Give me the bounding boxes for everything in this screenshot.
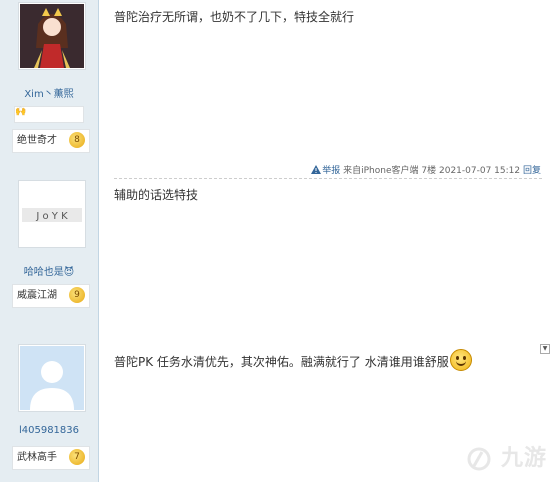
post-meta-2: 举报 来自iPhone客户端 7楼 2021-07-07 15:12 回复	[311, 163, 541, 176]
reply-link[interactable]: 回复	[523, 166, 541, 176]
posts-area: 普陀治疗无所谓，也奶不了几下，特技全就行 举报 来自iPhone客户端 7楼 2…	[99, 0, 553, 482]
rank-title: 武林高手	[17, 452, 57, 463]
rank-title: 威震江湖	[17, 290, 57, 301]
avatar[interactable]: J o Y K	[18, 180, 86, 248]
client-source: 来自iPhone客户端	[343, 166, 419, 176]
user-badge: 🙌	[14, 106, 84, 123]
post-body-1: 普陀治疗无所谓，也奶不了几下，特技全就行	[114, 10, 355, 24]
text-avatar-image: J o Y K	[20, 182, 84, 246]
username-2[interactable]: 哈哈也是😈	[0, 263, 98, 278]
watermark: 九游	[466, 440, 547, 472]
default-avatar-image	[20, 346, 84, 410]
avatar[interactable]	[18, 2, 86, 70]
warning-icon	[311, 165, 322, 174]
watermark-text: 九游	[500, 446, 547, 471]
collapse-icon[interactable]: ▼	[540, 344, 550, 354]
avatar[interactable]	[18, 344, 86, 412]
level-star-icon: 9	[69, 287, 85, 303]
post-body-3: 普陀PK 任务水清优先，其次神佑。融满就行了 水清谁用谁舒服	[114, 349, 472, 371]
floor-number: 7楼	[421, 166, 437, 176]
divider	[114, 178, 542, 179]
jiuyou-logo-icon	[467, 447, 491, 471]
rank-box-1: 绝世奇才 8	[12, 129, 90, 153]
post-text: 普陀PK 任务水清优先，其次神佑。融满就行了 水清谁用谁舒服	[114, 355, 449, 369]
post-body-2: 辅助的话选特技	[114, 188, 199, 202]
rank-box-2: 威震江湖 9	[12, 284, 90, 308]
rank-box-3: 武林高手 7	[12, 446, 90, 470]
svg-text:J o Y K: J o Y K	[35, 211, 68, 222]
post-time: 2021-07-07 15:12	[439, 166, 521, 176]
smiley-emoji-icon	[449, 349, 472, 371]
rank-title: 绝世奇才	[17, 135, 57, 146]
report-link[interactable]: 举报	[311, 165, 343, 176]
username-3[interactable]: l405981836	[0, 425, 98, 436]
level-star-icon: 8	[69, 132, 85, 148]
username-1[interactable]: Xim丶薰熙	[0, 85, 98, 100]
medal-icon: 🙌	[15, 107, 27, 117]
user-sidebar: Xim丶薰熙 🙌 绝世奇才 8 J o Y K 哈哈也是😈 威震江湖 9 l40…	[0, 0, 99, 482]
anime-avatar-image	[20, 4, 84, 68]
level-star-icon: 7	[69, 449, 85, 465]
